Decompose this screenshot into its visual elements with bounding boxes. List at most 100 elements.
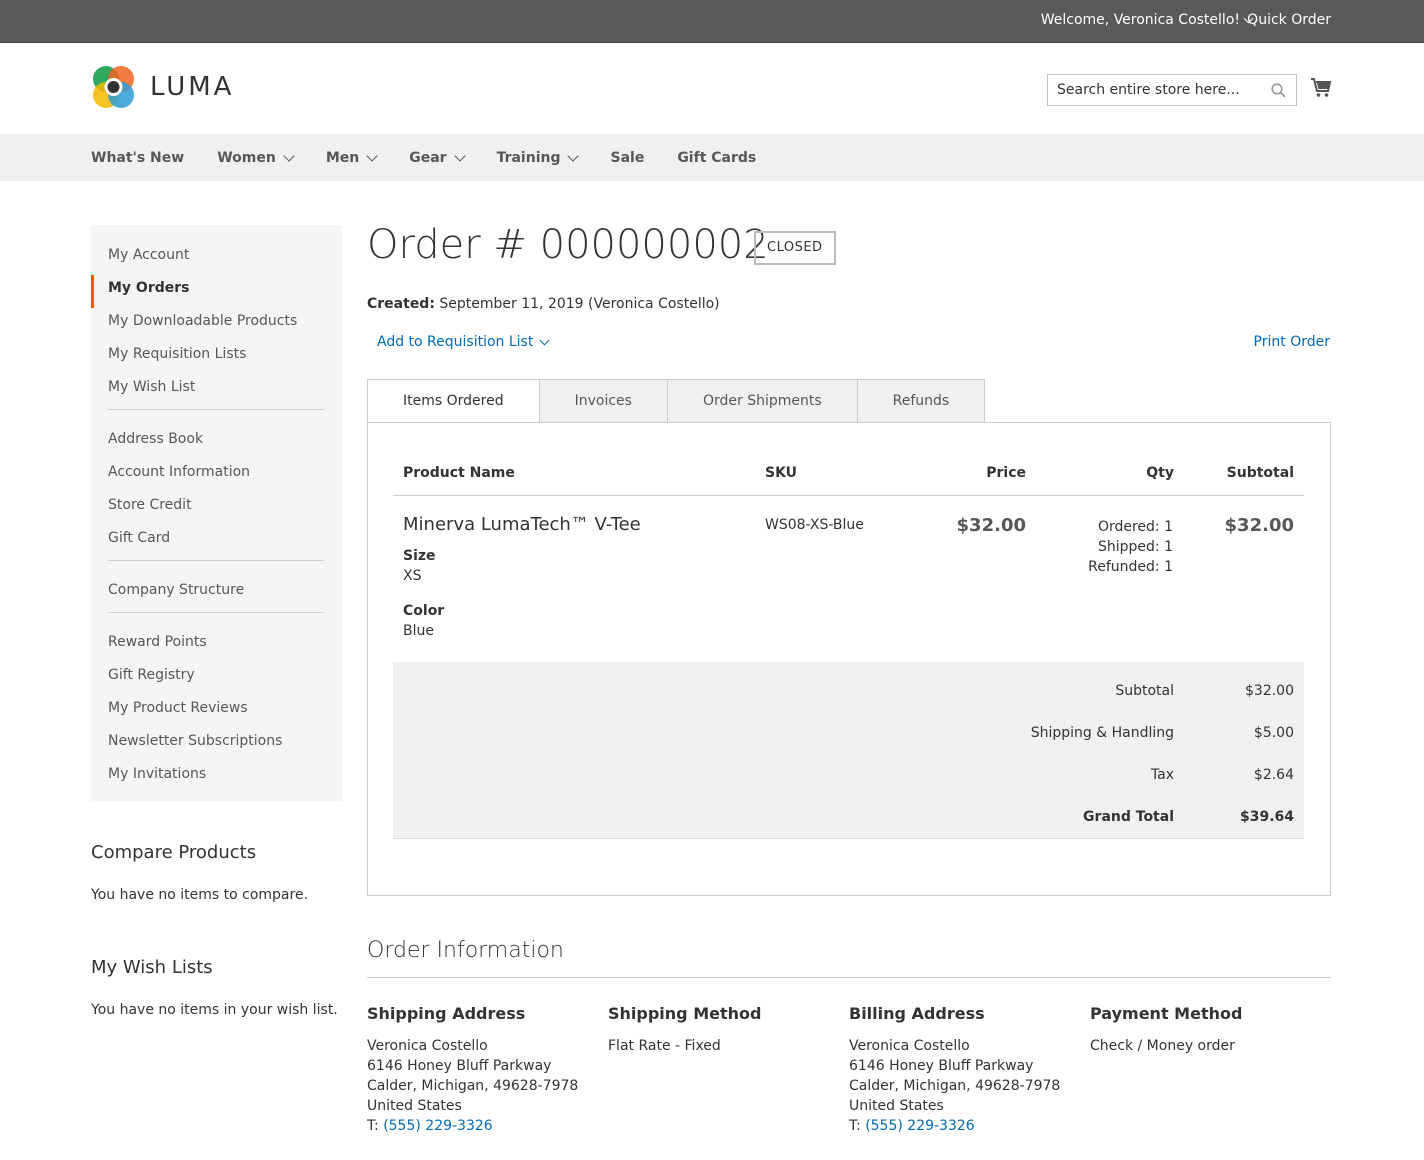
wish-lists-empty: You have no items in your wish list. [91,1002,338,1018]
welcome-text: Welcome, Veronica Costello! [1040,12,1240,28]
chevron-down-icon [539,335,550,345]
totals-tax-label: Tax [1150,767,1174,783]
search-box[interactable] [1047,74,1297,106]
sidebar-item-gift-registry[interactable]: Gift Registry [91,662,342,695]
qty-ordered: Ordered: 1 [1097,519,1173,535]
billing-address-title: Billing Address [849,1004,985,1023]
page-title: Order # 000000002 [367,222,769,268]
totals-grand-value: $39.64 [1239,809,1294,825]
product-price: $32.00 [956,515,1026,536]
shipping-address-name: Veronica Costello [367,1038,488,1054]
sidebar-item-invitations[interactable]: My Invitations [91,761,342,794]
add-to-requisition-list-button[interactable]: Add to Requisition List [377,334,550,350]
shipping-address-country: United States [367,1098,462,1114]
sidebar-divider [108,612,324,613]
product-subtotal: $32.00 [1224,515,1294,536]
search-input[interactable] [1057,82,1257,98]
column-header-sku: SKU [765,465,798,481]
logo-text: LUMA [150,72,235,102]
totals-subtotal-value: $32.00 [1245,683,1294,699]
shipping-method-value: Flat Rate - Fixed [608,1038,721,1054]
option-value-color: Blue [403,623,434,639]
sidebar-item-my-account[interactable]: My Account [91,242,342,275]
nav-item-gift-cards[interactable]: Gift Cards [677,150,756,166]
cart-icon[interactable] [1310,77,1332,99]
shipping-address-street: 6146 Honey Bluff Parkway [367,1058,552,1074]
main-navigation: What's New Women Men Gear Training Sale … [0,134,1424,181]
nav-item-whats-new[interactable]: What's New [91,150,184,166]
nav-item-women[interactable]: Women [217,149,295,166]
shipping-address-phone: T: (555) 229-3326 [367,1118,493,1134]
status-badge: CLOSED [754,231,836,265]
chevron-down-icon [366,149,378,162]
sidebar-item-newsletter[interactable]: Newsletter Subscriptions [91,728,342,761]
wish-lists-title: My Wish Lists [91,957,213,978]
sidebar-item-wish-list[interactable]: My Wish List [91,374,342,407]
product-qty: Ordered: 1 Shipped: 1 Refunded: 1 [1088,517,1173,577]
sidebar-item-address-book[interactable]: Address Book [91,426,342,459]
product-sku: WS08-XS-Blue [765,517,864,533]
print-order-link[interactable]: Print Order [1254,334,1330,350]
sidebar-item-my-orders[interactable]: My Orders [91,275,342,308]
luma-logo-icon [93,66,134,108]
sidebar-item-company-structure[interactable]: Company Structure [91,577,342,610]
shipping-address-city: Calder, Michigan, 49628-7978 [367,1078,579,1094]
tab-items-ordered[interactable]: Items Ordered [367,379,540,423]
order-tabs: Items Ordered Invoices Order Shipments R… [367,379,986,423]
nav-item-training[interactable]: Training [497,149,580,166]
nav-item-men[interactable]: Men [326,149,378,166]
totals-subtotal-label: Subtotal [1115,683,1174,699]
totals-tax-value: $2.64 [1253,767,1294,783]
option-label-color: Color [403,603,445,619]
billing-address-street: 6146 Honey Bluff Parkway [849,1058,1034,1074]
sidebar-item-gift-card[interactable]: Gift Card [91,525,342,558]
tab-invoices[interactable]: Invoices [539,379,668,423]
payment-method-block: Payment Method Check / Money order [1090,1004,1320,1056]
billing-address-name: Veronica Costello [849,1038,970,1054]
created-label: Created: [367,296,435,312]
sidebar-item-store-credit[interactable]: Store Credit [91,492,342,525]
billing-address-block: Billing Address Veronica Costello 6146 H… [849,1004,1079,1136]
order-created: Created: September 11, 2019 (Veronica Co… [367,296,720,312]
sidebar-item-reward-points[interactable]: Reward Points [91,629,342,662]
shipping-phone-link[interactable]: (555) 229-3326 [383,1118,493,1134]
tab-order-shipments[interactable]: Order Shipments [667,379,858,423]
shipping-address-block: Shipping Address Veronica Costello 6146 … [367,1004,597,1136]
product-name: Minerva LumaTech™ V-Tee [403,514,641,535]
nav-item-gear[interactable]: Gear [409,150,466,166]
search-icon[interactable] [1271,83,1286,98]
table-header-divider [393,495,1304,496]
sidebar-divider [108,409,324,410]
billing-phone-link[interactable]: (555) 229-3326 [865,1118,975,1134]
option-label-size: Size [403,548,436,564]
sidebar-divider [108,560,324,561]
compare-products-title: Compare Products [91,842,257,863]
qty-shipped: Shipped: 1 [1098,539,1173,555]
shipping-method-block: Shipping Method Flat Rate - Fixed [608,1004,838,1056]
payment-method-value: Check / Money order [1090,1038,1235,1054]
chevron-down-icon [283,149,295,162]
nav-item-sale[interactable]: Sale [610,150,644,166]
column-header-qty: Qty [1146,465,1174,481]
tab-refunds[interactable]: Refunds [857,379,986,423]
sidebar-item-account-information[interactable]: Account Information [91,459,342,492]
billing-address-country: United States [849,1098,944,1114]
account-sidebar: My Account My Orders My Downloadable Pro… [91,225,342,801]
created-value: September 11, 2019 (Veronica Costello) [439,296,720,312]
sidebar-item-downloadable-products[interactable]: My Downloadable Products [91,308,342,341]
shipping-method-title: Shipping Method [608,1004,762,1023]
customer-menu[interactable]: Welcome, Veronica Costello! [1040,12,1254,28]
quick-order-link[interactable]: Quick Order [1247,12,1331,28]
sidebar-item-requisition-lists[interactable]: My Requisition Lists [91,341,342,374]
chevron-down-icon [567,149,580,162]
logo[interactable]: LUMA [91,64,234,110]
sidebar-item-product-reviews[interactable]: My Product Reviews [91,695,342,728]
billing-address-city: Calder, Michigan, 49628-7978 [849,1078,1061,1094]
qty-refunded: Refunded: 1 [1088,559,1173,575]
payment-method-title: Payment Method [1090,1004,1243,1023]
column-header-subtotal: Subtotal [1226,465,1294,481]
column-header-price: Price [986,465,1026,481]
totals-shipping-label: Shipping & Handling [1030,725,1174,741]
option-value-size: XS [403,568,422,584]
billing-address-phone: T: (555) 229-3326 [849,1118,975,1134]
